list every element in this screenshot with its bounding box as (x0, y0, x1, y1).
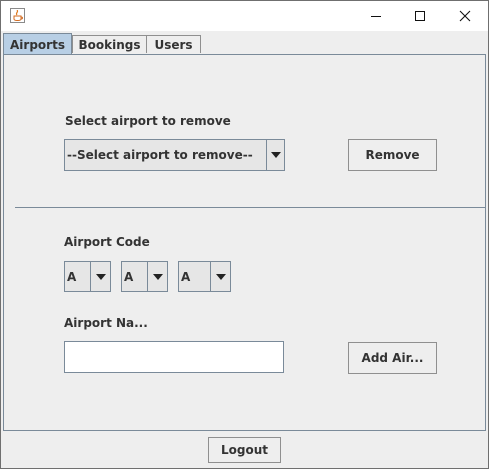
chevron-down-icon[interactable] (147, 262, 167, 291)
airport-code-letter-2-select[interactable]: A (121, 261, 168, 292)
tab-airports[interactable]: Airports (3, 33, 72, 55)
add-airport-button[interactable]: Add Air... (348, 342, 437, 374)
maximize-icon[interactable] (397, 1, 443, 31)
remove-airport-select-value: --Select airport to remove-- (67, 148, 253, 162)
logout-button[interactable]: Logout (208, 437, 281, 463)
application-window: Airports Bookings Users Select airport t… (0, 0, 489, 469)
tab-users[interactable]: Users (146, 35, 201, 53)
airports-panel: Select airport to remove --Select airpor… (3, 54, 486, 431)
airport-code-letter-2-value: A (124, 269, 134, 284)
section-divider (15, 207, 486, 208)
airport-code-letter-1-value: A (67, 269, 77, 284)
tab-bookings[interactable]: Bookings (72, 35, 147, 53)
airport-code-letter-3-value: A (181, 269, 191, 284)
airport-code-label: Airport Code (64, 235, 150, 249)
close-icon[interactable] (442, 1, 488, 31)
remove-airport-select[interactable]: --Select airport to remove-- (64, 139, 285, 171)
remove-airport-label: Select airport to remove (65, 114, 231, 128)
remove-button[interactable]: Remove (348, 139, 437, 171)
chevron-down-icon[interactable] (90, 262, 110, 291)
chevron-down-icon[interactable] (266, 140, 284, 170)
airport-name-label: Airport Na... (64, 316, 148, 330)
java-cup-icon[interactable] (10, 8, 25, 23)
chevron-down-icon[interactable] (210, 262, 230, 291)
airport-code-letter-3-select[interactable]: A (178, 261, 231, 292)
title-bar (1, 1, 488, 31)
airport-name-input[interactable] (64, 341, 284, 373)
minimize-icon[interactable] (353, 1, 399, 31)
airport-code-letter-1-select[interactable]: A (64, 261, 111, 292)
